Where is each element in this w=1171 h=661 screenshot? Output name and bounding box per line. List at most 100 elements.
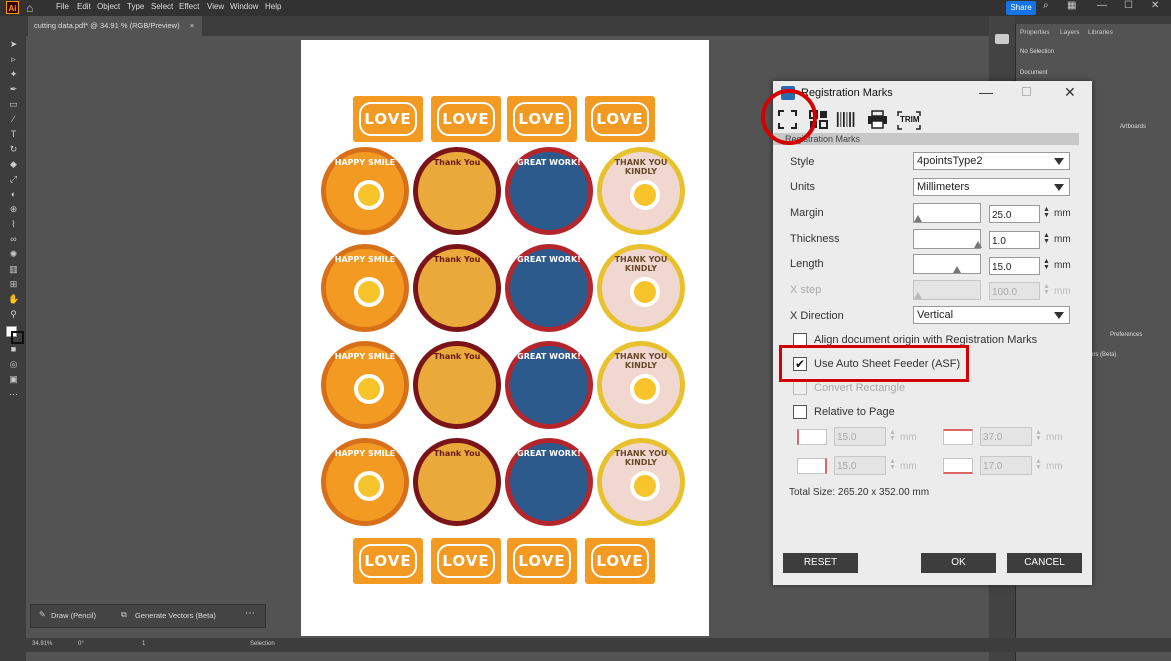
cancel-button[interactable]: CANCEL [1007, 553, 1082, 573]
comments-icon[interactable] [995, 34, 1009, 44]
thickness-input[interactable]: 1.0 [989, 231, 1040, 249]
search-icon[interactable]: ⌕ [1043, 0, 1049, 11]
tab-properties[interactable]: Properties [1020, 29, 1050, 36]
direct-selection-tool-icon[interactable]: ▹ [8, 55, 19, 64]
scale-tool-icon[interactable]: ⤢ [8, 175, 19, 184]
arrange-icon[interactable]: ▦ [1067, 0, 1076, 11]
thank-you-kindly-sticker[interactable]: THANK YOU KINDLY [597, 341, 685, 429]
happy-smile-sticker[interactable]: HAPPY SMILE [321, 147, 409, 235]
love-sticker[interactable]: LOVE [431, 538, 501, 584]
close-app-icon[interactable]: ✕ [1151, 0, 1159, 11]
love-sticker[interactable]: LOVE [507, 96, 577, 142]
menu-type[interactable]: Type [127, 2, 144, 11]
slider-thumb[interactable] [914, 215, 922, 222]
artboard[interactable]: LOVE LOVE LOVE LOVE HAPPY SMILE Thank You… [301, 40, 709, 636]
great-work-sticker[interactable]: GREAT WORK! [505, 438, 593, 526]
color-mode-icon[interactable]: ■ [8, 345, 19, 354]
great-work-sticker[interactable]: GREAT WORK! [505, 341, 593, 429]
love-sticker[interactable]: LOVE [353, 538, 423, 584]
maximize-icon[interactable]: ☐ [1021, 85, 1032, 99]
margin-slider[interactable] [913, 203, 981, 223]
barcode-icon[interactable] [836, 109, 857, 130]
eraser-tool-icon[interactable]: ◆ [8, 160, 19, 169]
length-slider[interactable] [913, 254, 981, 274]
relative-to-page-checkbox[interactable] [793, 405, 807, 419]
offset-bottom-left-input[interactable]: 15.0 [834, 456, 886, 475]
hand-tool-icon[interactable]: ✋ [8, 295, 19, 304]
zoom-level[interactable]: 34.91% [32, 641, 52, 647]
screen-mode-icon[interactable]: ▣ [8, 375, 19, 384]
menu-object[interactable]: Object [97, 2, 120, 11]
menu-view[interactable]: View [207, 2, 224, 11]
minimize-icon[interactable]: — [979, 84, 993, 100]
love-sticker[interactable]: LOVE [585, 96, 655, 142]
thank-you-kindly-sticker[interactable]: THANK YOU KINDLY [597, 438, 685, 526]
menu-help[interactable]: Help [265, 2, 281, 11]
xstep-slider[interactable] [913, 280, 981, 300]
thank-you-sticker[interactable]: Thank You [413, 244, 501, 332]
artboard-tool-icon[interactable]: ⊞ [8, 280, 19, 289]
offset-bottom-left-stepper-icon[interactable]: ▲ ▼ [889, 458, 896, 471]
eyedropper-icon[interactable]: ⌇ [8, 220, 19, 229]
length-input[interactable]: 15.0 [989, 257, 1040, 275]
graph-tool-icon[interactable]: ▥ [8, 265, 19, 274]
menu-file[interactable]: File [56, 2, 69, 11]
rectangle-tool-icon[interactable]: ▭ [8, 100, 19, 109]
tab-libraries[interactable]: Libraries [1088, 29, 1113, 36]
offset-bottom-right-stepper-icon[interactable]: ▲ ▼ [1035, 458, 1042, 471]
document-tab[interactable]: cutting data.pdf* @ 34.91 % (RGB/Preview… [28, 16, 203, 36]
love-sticker[interactable]: LOVE [353, 96, 423, 142]
menu-select[interactable]: Select [151, 2, 173, 11]
home-icon[interactable]: ⌂ [26, 1, 33, 15]
menu-edit[interactable]: Edit [77, 2, 91, 11]
draw-pencil-button[interactable]: Draw (Pencil) [51, 611, 96, 620]
offset-top-left-input[interactable]: 15.0 [834, 427, 886, 446]
great-work-sticker[interactable]: GREAT WORK! [505, 244, 593, 332]
units-select[interactable]: Millimeters [913, 178, 1070, 196]
close-tab-icon[interactable]: × [190, 21, 194, 30]
magic-wand-icon[interactable]: ✦ [8, 70, 19, 79]
pen-tool-icon[interactable]: ✒ [8, 85, 19, 94]
shape-builder-icon[interactable]: ⊕ [8, 205, 19, 214]
happy-smile-sticker[interactable]: HAPPY SMILE [321, 438, 409, 526]
rotation-angle[interactable]: 0° [78, 641, 84, 647]
xdirection-select[interactable]: Vertical [913, 306, 1070, 324]
more-options-icon[interactable]: ⋯ [245, 608, 255, 619]
thank-you-kindly-sticker[interactable]: THANK YOU KINDLY [597, 147, 685, 235]
slider-thumb[interactable] [914, 292, 922, 299]
rotate-tool-icon[interactable]: ↻ [8, 145, 19, 154]
offset-top-left-stepper-icon[interactable]: ▲ ▼ [889, 429, 896, 442]
thank-you-sticker[interactable]: Thank You [413, 147, 501, 235]
convert-rectangle-checkbox[interactable] [793, 381, 807, 395]
generate-vectors-button[interactable]: Generate Vectors (Beta) [135, 611, 216, 620]
menu-window[interactable]: Window [230, 2, 258, 11]
menu-effect[interactable]: Effect [179, 2, 199, 11]
love-sticker[interactable]: LOVE [585, 538, 655, 584]
xstep-input[interactable]: 100.0 [989, 282, 1040, 300]
minimize-app-icon[interactable]: — [1097, 0, 1107, 11]
slider-thumb[interactable] [974, 241, 982, 248]
ok-button[interactable]: OK [921, 553, 996, 573]
trim-icon[interactable]: TRIM [897, 111, 921, 130]
love-sticker[interactable]: LOVE [431, 96, 501, 142]
great-work-sticker[interactable]: GREAT WORK! [505, 147, 593, 235]
thank-you-kindly-sticker[interactable]: THANK YOU KINDLY [597, 244, 685, 332]
printer-icon[interactable] [867, 109, 888, 130]
more-tools-icon[interactable]: ⋯ [8, 390, 19, 399]
width-tool-icon[interactable]: ◐ [8, 190, 19, 199]
style-select[interactable]: 4pointsType2 [913, 152, 1070, 170]
vectors-icon[interactable]: ⧉ [121, 610, 127, 620]
zoom-tool-icon[interactable]: ⚲ [8, 310, 19, 319]
preferences-label[interactable]: Preferences [1110, 332, 1142, 338]
offset-top-right-input[interactable]: 37.0 [980, 427, 1032, 446]
share-button[interactable]: Share [1006, 1, 1036, 15]
xstep-stepper-icon[interactable]: ▲ ▼ [1043, 283, 1050, 296]
offset-bottom-right-input[interactable]: 17.0 [980, 456, 1032, 475]
offset-top-right-stepper-icon[interactable]: ▲ ▼ [1035, 429, 1042, 442]
stroke-swatch[interactable] [11, 331, 24, 344]
symbol-sprayer-icon[interactable]: ✺ [8, 250, 19, 259]
tab-layers[interactable]: Layers [1060, 29, 1080, 36]
brush-tool-icon[interactable]: ∕ [8, 115, 19, 124]
generate-beta-label[interactable]: ors (Beta) [1090, 352, 1116, 358]
maximize-app-icon[interactable]: ☐ [1124, 0, 1133, 11]
